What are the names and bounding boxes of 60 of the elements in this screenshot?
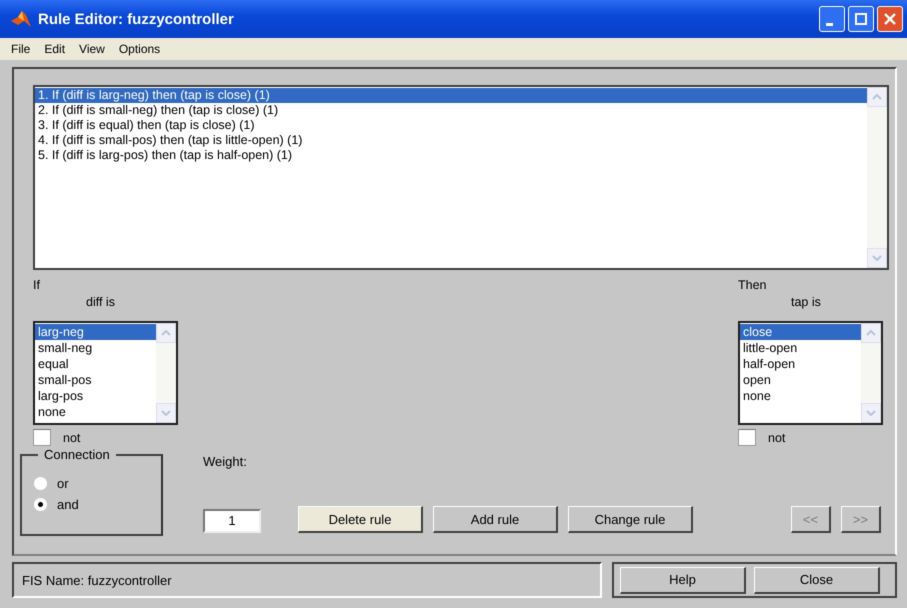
rule-item[interactable]: 1. If (diff is larg-neg) then (tap is close) (1) xyxy=(35,88,867,103)
rule-list[interactable] xyxy=(33,85,889,270)
minimize-icon xyxy=(826,22,832,26)
window-title: Rule Editor: fuzzycontroller xyxy=(38,10,235,28)
group-title: Connection xyxy=(38,447,116,462)
scroll-up-button[interactable] xyxy=(861,322,881,343)
scroll-up-button[interactable] xyxy=(156,322,176,343)
chevron-down-icon xyxy=(871,253,883,263)
radio-label: or xyxy=(57,476,69,491)
radio-button[interactable] xyxy=(34,498,47,511)
variable-label: diff is xyxy=(85,295,116,312)
not-checkbox[interactable] xyxy=(738,429,756,446)
option-list[interactable]: close little-open half-open open none xyxy=(738,320,883,425)
footer-button[interactable]: Help xyxy=(620,566,746,594)
rule-button[interactable]: Change rule xyxy=(568,506,693,533)
app-logo-icon xyxy=(10,9,32,29)
rule-item[interactable]: 4. If (diff is small-pos) then (tap is little-open) (1) xyxy=(35,133,867,148)
list-item[interactable]: none xyxy=(740,388,861,404)
list-item[interactable]: small-pos xyxy=(35,372,156,388)
menu-item[interactable]: Edit xyxy=(37,42,72,56)
rule-item[interactable]: 2. If (diff is small-neg) then (tap is close) (1) xyxy=(35,103,867,118)
list-item[interactable]: close xyxy=(740,324,861,340)
rule-item[interactable]: 5. If (diff is larg-pos) then (tap is half-open) (1) xyxy=(35,148,867,163)
checkbox-label: not xyxy=(768,430,786,444)
chevron-up-icon xyxy=(871,92,883,102)
not-checkbox[interactable] xyxy=(33,429,51,446)
chevron-down-icon xyxy=(160,408,172,418)
section-label: If xyxy=(33,278,41,294)
list-item[interactable]: larg-pos xyxy=(35,388,156,404)
footer-button[interactable]: Close xyxy=(754,566,880,594)
menu-item[interactable]: View xyxy=(72,42,112,56)
rule-button[interactable]: Add rule xyxy=(433,506,558,533)
chevron-up-icon xyxy=(865,328,877,338)
list-item[interactable]: larg-neg xyxy=(35,324,156,340)
chevron-up-icon xyxy=(160,328,172,338)
maximize-button[interactable] xyxy=(848,6,874,32)
fis-name-text: FIS Name: fuzzycontroller xyxy=(22,572,172,588)
rule-button[interactable]: Delete rule xyxy=(298,506,423,533)
close-button[interactable] xyxy=(877,6,903,32)
list-item[interactable]: none xyxy=(35,404,156,420)
close-icon xyxy=(884,13,896,25)
menu-item[interactable]: Options xyxy=(112,42,168,56)
checkbox-label: not xyxy=(63,430,80,444)
menu-item[interactable]: File xyxy=(4,42,38,56)
list-item[interactable]: open xyxy=(740,372,861,388)
option-list[interactable]: larg-neg small-neg equal small-pos larg-pos none xyxy=(33,320,178,425)
rule-item[interactable]: 3. If (diff is equal) then (tap is close) (1) xyxy=(35,118,867,133)
weight-label: Weight: xyxy=(203,453,248,469)
variable-label: tap is xyxy=(790,295,822,312)
list-item[interactable]: small-neg xyxy=(35,340,156,356)
minimize-button[interactable] xyxy=(819,6,845,32)
weight-field[interactable]: 1 xyxy=(203,509,261,533)
chevron-down-icon xyxy=(865,408,877,418)
section-label: Then xyxy=(738,278,768,294)
list-item[interactable]: little-open xyxy=(740,340,861,356)
radio-button[interactable] xyxy=(34,477,47,490)
list-item[interactable]: equal xyxy=(35,356,156,372)
radio-label: and xyxy=(57,497,79,512)
maximize-icon xyxy=(855,13,867,25)
list-item[interactable]: half-open xyxy=(740,356,861,372)
